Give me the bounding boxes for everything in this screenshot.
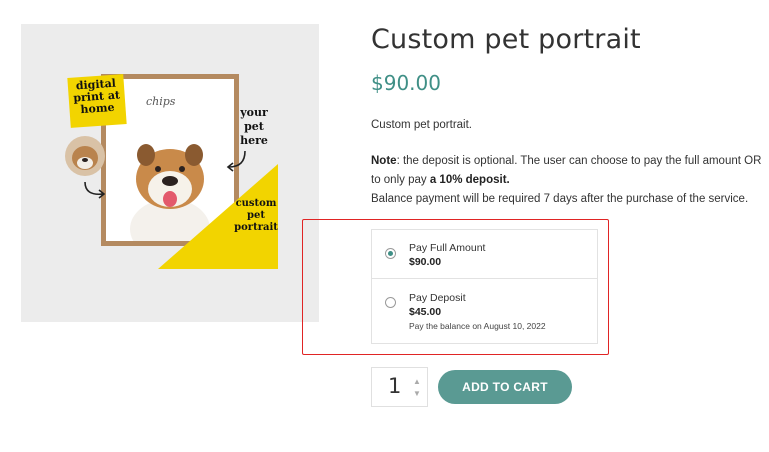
option-label: Pay Deposit <box>409 292 466 304</box>
deposit-note: Note: the deposit is optional. The user … <box>371 152 766 209</box>
note-bold-text: a 10% deposit. <box>429 174 510 186</box>
pet-photo-thumbnail <box>65 136 105 176</box>
product-image: chips digital print at home your pet her… <box>21 24 319 322</box>
quantity-value[interactable]: 1 <box>388 374 401 398</box>
option-pay-full-amount[interactable]: Pay Full Amount $90.00 <box>372 230 597 279</box>
option-pay-deposit[interactable]: Pay Deposit $45.00 Pay the balance on Au… <box>372 279 597 344</box>
option-label: Pay Full Amount <box>409 242 486 254</box>
option-balance-note: Pay the balance on August 10, 2022 <box>409 321 546 331</box>
product-short-description: Custom pet portrait. <box>371 119 472 131</box>
curved-arrow-icon <box>84 181 106 199</box>
chevron-down-icon[interactable]: ▼ <box>412 389 422 399</box>
curved-arrow-icon <box>226 150 246 172</box>
custom-pet-portrait-label: custom pet portrait <box>234 198 278 233</box>
payment-options: Pay Full Amount $90.00 Pay Deposit $45.0… <box>371 229 598 344</box>
product-price: $90.00 <box>371 71 441 95</box>
note-balance-text: Balance payment will be required 7 days … <box>371 193 749 205</box>
option-price: $90.00 <box>409 256 442 268</box>
option-price: $45.00 <box>409 306 442 318</box>
portrait-signature: chips <box>146 95 176 108</box>
note-label: Note <box>371 155 397 167</box>
product-title: Custom pet portrait <box>371 24 641 55</box>
radio-pay-deposit[interactable] <box>385 297 396 308</box>
chevron-up-icon[interactable]: ▲ <box>412 377 422 387</box>
add-to-cart-button[interactable]: ADD TO CART <box>438 370 572 404</box>
radio-pay-full-amount[interactable] <box>385 248 396 259</box>
digital-print-banner: digital print at home <box>67 74 127 128</box>
quantity-stepper[interactable]: 1 ▲ ▼ <box>371 367 428 407</box>
your-pet-here-label: your pet here <box>240 106 268 147</box>
